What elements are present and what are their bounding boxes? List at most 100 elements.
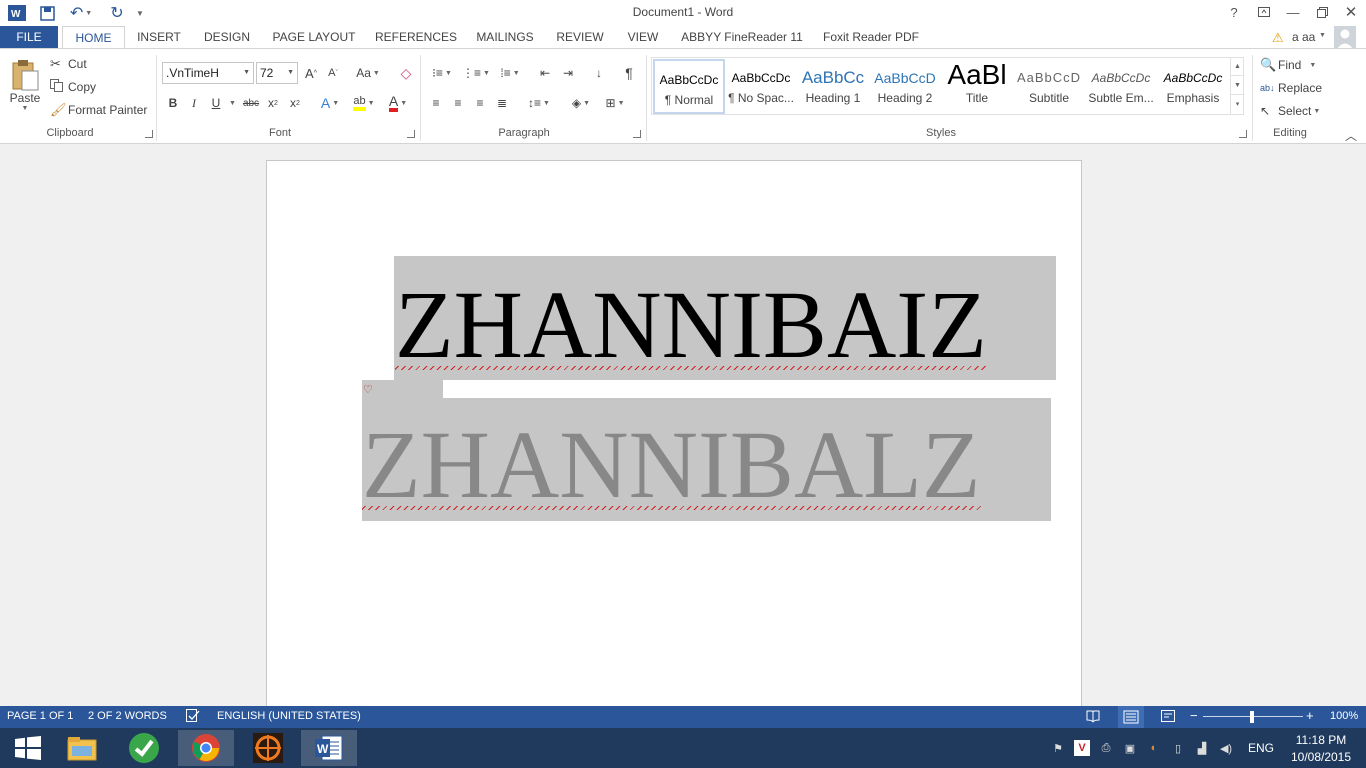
copy-button[interactable]: Copy xyxy=(50,78,96,96)
clear-formatting-icon[interactable]: ◇ xyxy=(396,63,416,83)
increase-indent-icon[interactable]: ⇥ xyxy=(558,63,578,83)
print-layout-button[interactable] xyxy=(1118,706,1144,728)
style-heading-2[interactable]: AaBbCcD Heading 2 xyxy=(869,59,941,114)
borders-button[interactable]: ⊞ ▼ xyxy=(600,93,630,113)
word-count[interactable]: 2 OF 2 WORDS xyxy=(88,710,167,722)
align-left-icon[interactable]: ≡ xyxy=(426,93,446,113)
restore-button[interactable] xyxy=(1308,2,1336,22)
replace-button[interactable]: ab↓ Replace xyxy=(1260,79,1322,97)
collapse-ribbon-icon[interactable]: ︿ xyxy=(1345,127,1357,144)
find-button[interactable]: 🔍 Find ▼ xyxy=(1260,56,1316,74)
styles-scroll[interactable]: ▲ ▼ ▾ xyxy=(1230,57,1244,115)
underline-button[interactable]: U xyxy=(206,93,226,113)
power-icon[interactable]: ▯ xyxy=(1170,740,1186,756)
document-page[interactable]: ZHANNIBAIZ ♡ ZHANNIBALZ xyxy=(266,160,1082,720)
bold-button[interactable]: B xyxy=(163,93,183,113)
subscript-button[interactable]: x2 xyxy=(263,93,283,113)
zoom-in-button[interactable]: + xyxy=(1306,708,1314,723)
select-button[interactable]: ↖ Select ▼ xyxy=(1260,102,1320,120)
web-layout-icon[interactable] xyxy=(1161,709,1176,726)
antivirus-icon[interactable]: V xyxy=(1074,740,1090,756)
clipboard-launcher-icon[interactable] xyxy=(145,130,153,138)
document-line-1[interactable]: ZHANNIBAIZ xyxy=(395,277,987,373)
help-button[interactable]: ? xyxy=(1220,2,1248,22)
start-button[interactable] xyxy=(0,730,56,766)
clock-time[interactable]: 11:18 PM xyxy=(1286,733,1356,747)
close-button[interactable]: ✕ xyxy=(1337,2,1365,22)
style-subtitle[interactable]: AaBbCcD Subtitle xyxy=(1013,59,1085,114)
tab-review[interactable]: REVIEW xyxy=(554,26,606,49)
printer-icon[interactable]: ⎙ xyxy=(1098,740,1114,756)
tab-home[interactable]: HOME xyxy=(62,26,125,50)
highlight-button[interactable]: ab ▼ xyxy=(348,93,380,113)
ribbon-display-options-icon[interactable] xyxy=(1250,2,1278,22)
underline-dropdown-icon[interactable]: ▼ xyxy=(229,100,236,107)
style-normal[interactable]: AaBbCcDc ¶ Normal xyxy=(653,59,725,114)
strikethrough-button[interactable]: abc xyxy=(240,93,262,113)
zoom-out-button[interactable]: − xyxy=(1190,708,1198,723)
language-indicator[interactable]: ENGLISH (UNITED STATES) xyxy=(217,710,361,722)
paragraph-launcher-icon[interactable] xyxy=(633,130,641,138)
paste-button[interactable]: Paste ▼ xyxy=(6,55,44,123)
avatar[interactable] xyxy=(1334,26,1356,49)
tab-page-layout[interactable]: PAGE LAYOUT xyxy=(270,26,358,49)
styles-scroll-up-icon[interactable]: ▲ xyxy=(1231,57,1244,76)
sort-icon[interactable]: ↓ xyxy=(589,63,609,83)
tab-design[interactable]: DESIGN xyxy=(200,26,254,49)
tab-view[interactable]: VIEW xyxy=(622,26,664,49)
app-green-icon[interactable] xyxy=(116,730,172,766)
read-mode-icon[interactable] xyxy=(1086,709,1100,726)
user-dropdown-icon[interactable]: ▼ xyxy=(1319,32,1326,39)
volume-icon[interactable]: ◀) xyxy=(1218,740,1234,756)
text-effects-button[interactable]: A ▼ xyxy=(314,93,346,113)
chrome-icon[interactable] xyxy=(178,730,234,766)
styles-more-icon[interactable]: ▾ xyxy=(1231,95,1244,114)
clock-date[interactable]: 10/08/2015 xyxy=(1286,750,1356,764)
font-size-combo[interactable]: 72 ▼ xyxy=(256,62,298,84)
style-heading-1[interactable]: AaBbCc Heading 1 xyxy=(797,59,869,114)
style-subtle-emphasis[interactable]: AaBbCcDc Subtle Em... xyxy=(1085,59,1157,114)
format-painter-button[interactable]: 🖌 Format Painter xyxy=(50,101,147,119)
numbering-button[interactable]: ⋮≡ ▼ xyxy=(460,63,492,83)
page-count[interactable]: PAGE 1 OF 1 xyxy=(7,710,73,722)
shrink-font-button[interactable]: Aˇ xyxy=(323,63,343,83)
style-no-spacing[interactable]: AaBbCcDc ¶ No Spac... xyxy=(725,59,797,114)
document-line-2[interactable]: ZHANNIBALZ xyxy=(362,417,981,513)
font-name-combo[interactable]: .VnTimeH ▼ xyxy=(162,62,254,84)
justify-icon[interactable]: ≣ xyxy=(492,93,512,113)
line-spacing-button[interactable]: ↕≡ ▼ xyxy=(524,93,554,113)
tab-file[interactable]: FILE xyxy=(0,26,58,49)
app-orange-icon[interactable] xyxy=(240,730,296,766)
tab-foxit[interactable]: Foxit Reader PDF xyxy=(820,26,922,49)
minimize-button[interactable]: — xyxy=(1279,2,1307,22)
bullets-button[interactable]: ⁝≡ ▼ xyxy=(426,63,458,83)
tab-insert[interactable]: INSERT xyxy=(134,26,184,49)
zoom-level[interactable]: 100% xyxy=(1330,710,1358,722)
proofing-icon[interactable] xyxy=(186,709,200,725)
change-case-button[interactable]: Aa ▼ xyxy=(352,63,384,83)
font-launcher-icon[interactable] xyxy=(407,130,415,138)
grow-font-button[interactable]: A ^ xyxy=(301,63,321,83)
superscript-button[interactable]: x2 xyxy=(285,93,305,113)
styles-launcher-icon[interactable] xyxy=(1239,130,1247,138)
action-center-flag-icon[interactable]: ⚑ xyxy=(1050,740,1066,756)
font-color-button[interactable]: A ▼ xyxy=(382,93,414,113)
app-tray-icon[interactable]: ◐ xyxy=(1146,740,1162,756)
style-emphasis[interactable]: AaBbCcDc Emphasis xyxy=(1157,59,1229,114)
show-formatting-button[interactable]: ¶ xyxy=(619,63,639,83)
italic-button[interactable]: I xyxy=(184,93,204,113)
word-taskbar-icon[interactable]: W xyxy=(301,730,357,766)
input-language[interactable]: ENG xyxy=(1248,741,1274,755)
display-icon[interactable]: ▣ xyxy=(1122,740,1138,756)
style-title[interactable]: AaBl Title xyxy=(941,59,1013,114)
shading-button[interactable]: ◈ ▼ xyxy=(566,93,596,113)
user-name[interactable]: a aa xyxy=(1292,30,1315,44)
file-explorer-icon[interactable] xyxy=(54,730,110,766)
tab-references[interactable]: REFERENCES xyxy=(375,26,457,49)
styles-scroll-down-icon[interactable]: ▼ xyxy=(1231,76,1244,95)
align-right-icon[interactable]: ≡ xyxy=(470,93,490,113)
cut-button[interactable]: ✂ Cut xyxy=(50,55,87,73)
tab-abbyy[interactable]: ABBYY FineReader 11 xyxy=(680,26,804,49)
tab-mailings[interactable]: MAILINGS xyxy=(471,26,539,49)
decrease-indent-icon[interactable]: ⇤ xyxy=(535,63,555,83)
